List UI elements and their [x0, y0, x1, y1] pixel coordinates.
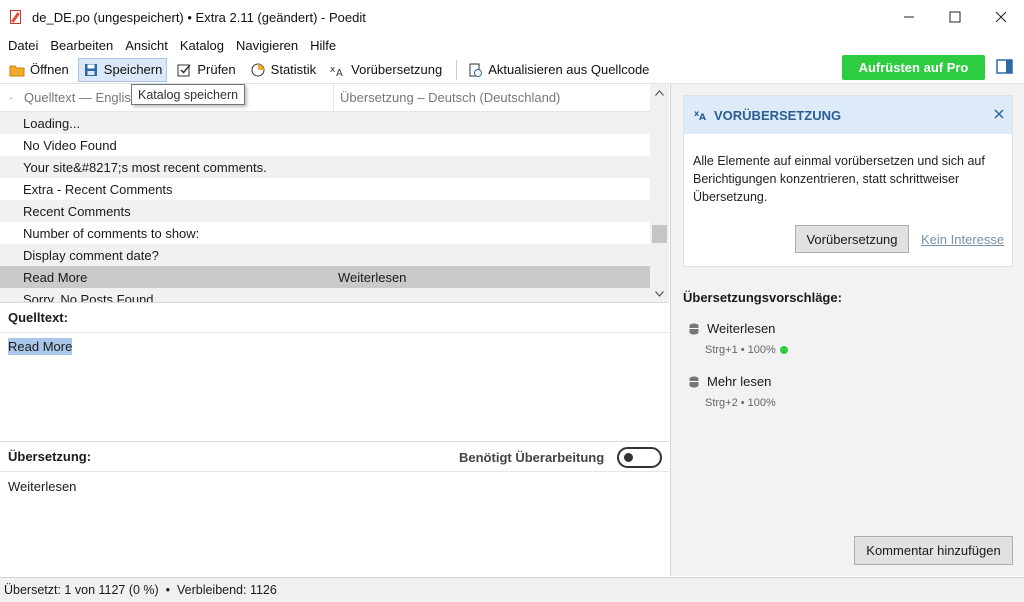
open-label: Öffnen [30, 62, 69, 77]
menu-file[interactable]: Datei [2, 38, 44, 53]
translate-icon: xA [694, 108, 708, 123]
checkbox-check-icon [176, 62, 192, 78]
row-source: Display comment date? [23, 247, 159, 263]
row-source: Extra - Recent Comments [23, 181, 173, 197]
pretranslate-card-header: xA VORÜBERSETZUNG [684, 96, 1012, 134]
validate-button[interactable]: Prüfen [171, 58, 240, 82]
window-title: de_DE.po (ungespeichert) • Extra 2.11 (g… [32, 9, 366, 25]
pretranslate-button[interactable]: xA Vorübersetzung [325, 58, 447, 82]
column-header-translation[interactable]: Übersetzung – Deutsch (Deutschland) [334, 90, 560, 105]
list-item[interactable]: Number of comments to show: [0, 222, 650, 244]
list-item[interactable]: No Video Found [0, 134, 650, 156]
list-scrollbar[interactable] [650, 84, 669, 302]
source-label: Quelltext: [0, 302, 669, 333]
pretranslate-card-title: VORÜBERSETZUNG [714, 107, 842, 123]
source-text[interactable]: Read More [8, 338, 73, 355]
update-from-source-button[interactable]: Aktualisieren aus Quellcode [462, 58, 654, 82]
menu-navigate[interactable]: Navigieren [230, 38, 304, 53]
pretranslate-card-body: Alle Elemente auf einmal vorübersetzen u… [693, 154, 985, 204]
row-source: Your site&#8217;s most recent comments. [23, 159, 267, 175]
minimize-button[interactable] [886, 0, 932, 34]
status-bar: Übersetzt: 1 von 1127 (0 %) • Verbleiben… [0, 577, 1024, 602]
list-item[interactable]: Extra - Recent Comments [0, 178, 650, 200]
suggestion-meta: Strg+2 • 100% [705, 397, 776, 409]
folder-icon [9, 62, 25, 78]
database-icon [689, 376, 699, 388]
row-source: Number of comments to show: [23, 225, 200, 241]
list-item[interactable]: Display comment date? [0, 244, 650, 266]
row-source: Recent Comments [23, 203, 131, 219]
editor-pane: · Quelltext — Englisch Übersetzung – Deu… [0, 83, 669, 576]
list-header-dot: · [8, 90, 14, 105]
refresh-document-icon [467, 62, 483, 78]
suggestion-text: Weiterlesen [707, 321, 776, 336]
sidebar-toggle-button[interactable] [996, 59, 1014, 75]
row-source: No Video Found [23, 137, 117, 153]
minimize-icon [904, 16, 914, 18]
suggestions-title: Übersetzungsvorschläge: [683, 290, 842, 305]
close-button[interactable] [978, 0, 1024, 34]
list-item[interactable]: Your site&#8217;s most recent comments. [0, 156, 650, 178]
list-item[interactable]: Sorry, No Posts Found [0, 288, 650, 302]
needs-review-label: Benötigt Überarbeitung [459, 450, 605, 465]
save-tooltip: Katalog speichern [131, 84, 246, 105]
statistics-button[interactable]: Statistik [245, 58, 322, 82]
list-item-selected[interactable]: Read More Weiterlesen [0, 266, 650, 288]
menu-catalog[interactable]: Katalog [174, 38, 230, 53]
menu-help[interactable]: Hilfe [304, 38, 342, 53]
sidebar-icon [996, 59, 1013, 74]
close-icon [995, 11, 1007, 23]
suggestion-text: Mehr lesen [707, 374, 772, 389]
list-item[interactable]: Recent Comments [0, 200, 650, 222]
database-icon [689, 323, 699, 335]
menu-edit[interactable]: Bearbeiten [44, 38, 119, 53]
scroll-up-icon[interactable] [650, 84, 669, 101]
list-header: · Quelltext — Englisch Übersetzung – Deu… [0, 83, 650, 112]
list-item[interactable]: Loading... [0, 112, 650, 134]
needs-review-toggle[interactable] [617, 447, 662, 468]
scrollbar-thumb[interactable] [652, 225, 667, 243]
toolbar-separator [456, 59, 458, 80]
svg-text:A: A [336, 68, 343, 77]
string-list: Loading... No Video Found Your site&#821… [0, 112, 650, 302]
row-source: Read More [23, 269, 88, 285]
check-icon [779, 346, 788, 354]
title-bar: de_DE.po (ungespeichert) • Extra 2.11 (g… [0, 0, 1024, 34]
pretranslate-label: Vorübersetzung [351, 62, 443, 77]
maximize-button[interactable] [932, 0, 978, 34]
suggestion-item[interactable]: Mehr lesen Strg+2 • 100% [689, 374, 776, 409]
pie-chart-icon [250, 62, 266, 78]
row-translation: Weiterlesen [338, 269, 407, 285]
card-close-icon[interactable] [994, 106, 1004, 122]
statistics-label: Statistik [270, 62, 317, 77]
pretranslate-card: xA VORÜBERSETZUNG Alle Elemente auf einm… [683, 95, 1013, 267]
save-button[interactable]: Speichern [77, 57, 168, 82]
menu-view[interactable]: Ansicht [119, 38, 174, 53]
pretranslate-card-button[interactable]: Vorübersetzung [795, 225, 909, 253]
not-interested-link[interactable]: Kein Interesse [921, 232, 1004, 247]
menu-bar: Datei Bearbeiten Ansicht Katalog Navigie… [0, 34, 1024, 56]
add-comment-button[interactable]: Kommentar hinzufügen [854, 536, 1013, 565]
suggestion-item[interactable]: Weiterlesen Strg+1 • 100% [689, 321, 788, 356]
window-controls [886, 0, 1024, 34]
svg-text:A: A [699, 113, 706, 120]
poedit-app-icon [8, 9, 24, 25]
scroll-down-icon[interactable] [650, 285, 669, 302]
status-text: Übersetzt: 1 von 1127 (0 %) • Verbleiben… [4, 583, 277, 597]
open-button[interactable]: Öffnen [4, 58, 74, 82]
row-source: Loading... [23, 115, 81, 131]
suggestion-meta: Strg+1 • 100% [705, 344, 776, 356]
sidebar: xA VORÜBERSETZUNG Alle Elemente auf einm… [670, 84, 1024, 576]
floppy-icon [83, 62, 99, 78]
upgrade-pro-button[interactable]: Aufrüsten auf Pro [842, 55, 985, 80]
translation-input[interactable]: Weiterlesen [8, 479, 76, 494]
row-source: Sorry, No Posts Found [23, 291, 154, 303]
update-from-source-label: Aktualisieren aus Quellcode [488, 62, 650, 77]
translate-icon: xA [330, 62, 346, 78]
maximize-icon [949, 11, 961, 23]
validate-label: Prüfen [197, 62, 236, 77]
save-label: Speichern [103, 62, 163, 77]
